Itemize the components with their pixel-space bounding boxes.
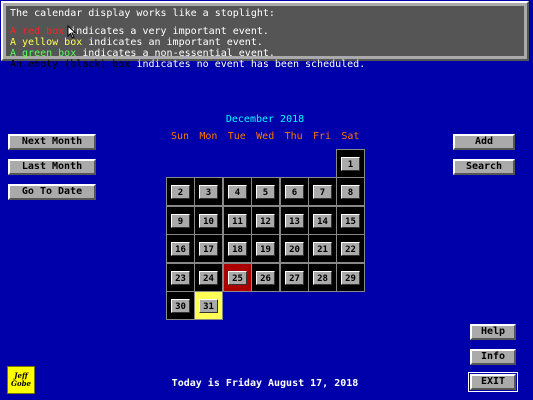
day-number[interactable]: 24: [199, 271, 218, 285]
add-button[interactable]: Add: [453, 134, 515, 150]
day-number[interactable]: 7: [313, 185, 332, 199]
calendar-day-cell[interactable]: 25: [223, 263, 252, 292]
calendar-day-cell[interactable]: 19: [251, 234, 280, 263]
calendar-day-cell[interactable]: 6: [280, 177, 309, 206]
calendar-day-cell[interactable]: 4: [223, 177, 252, 206]
author-logo: Jeff Gobe: [7, 366, 35, 394]
calendar-day-cell[interactable]: 3: [194, 177, 223, 206]
calendar-day-cell[interactable]: 5: [251, 177, 280, 206]
day-number[interactable]: 14: [313, 214, 332, 228]
day-number[interactable]: 4: [228, 185, 247, 199]
day-number[interactable]: 6: [285, 185, 304, 199]
weekday-fri: Fri: [312, 131, 332, 142]
legend-swatch-red: A red box: [10, 26, 65, 37]
day-number[interactable]: 25: [228, 271, 247, 285]
calendar-day-cell[interactable]: 23: [166, 263, 195, 292]
mouse-cursor-icon: [67, 25, 77, 39]
calendar-day-cell[interactable]: 16: [166, 234, 195, 263]
calendar-day-cell[interactable]: 2: [166, 177, 195, 206]
calendar-day-cell[interactable]: 29: [336, 263, 365, 292]
calendar-day-cell[interactable]: 1: [336, 149, 365, 178]
day-number[interactable]: 1: [341, 157, 360, 171]
calendar-day-cell[interactable]: 17: [194, 234, 223, 263]
legend-desc-yellow: indicates an important event.: [82, 37, 263, 48]
day-number[interactable]: 9: [171, 214, 190, 228]
info-button[interactable]: Info: [470, 349, 516, 365]
legend-line-yellow: A yellow box indicates an important even…: [10, 37, 520, 48]
day-number[interactable]: 13: [285, 214, 304, 228]
day-number[interactable]: 19: [256, 242, 275, 256]
calendar-day-cell[interactable]: 7: [308, 177, 337, 206]
calendar-day-cell[interactable]: 13: [280, 206, 309, 235]
help-button[interactable]: Help: [470, 324, 516, 340]
day-number[interactable]: 30: [171, 299, 190, 313]
day-number[interactable]: 20: [285, 242, 304, 256]
calendar-day-cell[interactable]: 27: [280, 263, 309, 292]
next-month-button[interactable]: Next Month: [8, 134, 96, 150]
day-number[interactable]: 15: [341, 214, 360, 228]
calendar-day-cell[interactable]: 18: [223, 234, 252, 263]
day-number[interactable]: 29: [341, 271, 360, 285]
day-number[interactable]: 17: [199, 242, 218, 256]
search-button[interactable]: Search: [453, 159, 515, 175]
legend-line-black: An empty (black) box indicates no event …: [10, 59, 520, 70]
calendar-day-cell[interactable]: 12: [251, 206, 280, 235]
legend-desc-green: indicates a non-essential event.: [76, 48, 275, 59]
exit-button[interactable]: EXIT: [468, 372, 518, 392]
legend-line-green: A green box indicates a non-essential ev…: [10, 48, 520, 59]
weekday-wed: Wed: [256, 131, 275, 142]
calendar-day-cell[interactable]: 8: [336, 177, 365, 206]
today-status: Today is Friday August 17, 2018: [171, 378, 359, 389]
calendar-day-cell[interactable]: 9: [166, 206, 195, 235]
legend-desc-black: indicates no event has been scheduled.: [130, 59, 366, 70]
calendar-day-cell[interactable]: 14: [308, 206, 337, 235]
day-number[interactable]: 22: [341, 242, 360, 256]
day-number[interactable]: 5: [256, 185, 275, 199]
logo-line-2: Gobe: [11, 379, 31, 388]
calendar-day-cell[interactable]: 22: [336, 234, 365, 263]
weekday-sat: Sat: [341, 131, 360, 142]
day-number[interactable]: 18: [228, 242, 247, 256]
legend-line-red: A red box indicates a very important eve…: [10, 26, 520, 37]
calendar-day-cell[interactable]: 15: [336, 206, 365, 235]
day-number[interactable]: 23: [171, 271, 190, 285]
calendar-day-cell[interactable]: 26: [251, 263, 280, 292]
weekday-sun: Sun: [170, 131, 190, 142]
calendar-day-cell[interactable]: 10: [194, 206, 223, 235]
day-number[interactable]: 27: [285, 271, 304, 285]
legend-text-area: The calendar display works like a stopli…: [6, 6, 524, 70]
day-number[interactable]: 28: [313, 271, 332, 285]
day-number[interactable]: 10: [199, 214, 218, 228]
calendar-day-cell[interactable]: 11: [223, 206, 252, 235]
weekday-thu: Thu: [284, 131, 303, 142]
calendar-day-cell[interactable]: 21: [308, 234, 337, 263]
day-number[interactable]: 26: [256, 271, 275, 285]
day-number[interactable]: 11: [228, 214, 247, 228]
day-number[interactable]: 3: [199, 185, 218, 199]
day-number[interactable]: 31: [199, 299, 218, 313]
legend-panel: The calendar display works like a stopli…: [1, 1, 529, 70]
calendar-day-cell[interactable]: 30: [166, 291, 195, 320]
month-title: December 2018: [225, 114, 305, 125]
legend-swatch-green: A green box: [10, 48, 77, 59]
last-month-button[interactable]: Last Month: [8, 159, 96, 175]
day-number[interactable]: 21: [313, 242, 332, 256]
calendar-day-cell[interactable]: 28: [308, 263, 337, 292]
calendar-day-cell[interactable]: 24: [194, 263, 223, 292]
calendar-day-cell[interactable]: 31: [194, 291, 223, 320]
weekday-tue: Tue: [227, 131, 246, 142]
day-number[interactable]: 2: [171, 185, 190, 199]
legend-title: The calendar display works like a stopli…: [10, 8, 275, 19]
go-to-date-button[interactable]: Go To Date: [8, 184, 96, 200]
day-number[interactable]: 12: [256, 214, 275, 228]
legend-desc-red: indicates a very important event.: [64, 26, 269, 37]
legend-swatch-black: An empty (black) box: [10, 59, 131, 70]
calendar-day-cell[interactable]: 20: [280, 234, 309, 263]
day-number[interactable]: 8: [341, 185, 360, 199]
day-number[interactable]: 16: [171, 242, 190, 256]
weekday-mon: Mon: [199, 131, 218, 142]
